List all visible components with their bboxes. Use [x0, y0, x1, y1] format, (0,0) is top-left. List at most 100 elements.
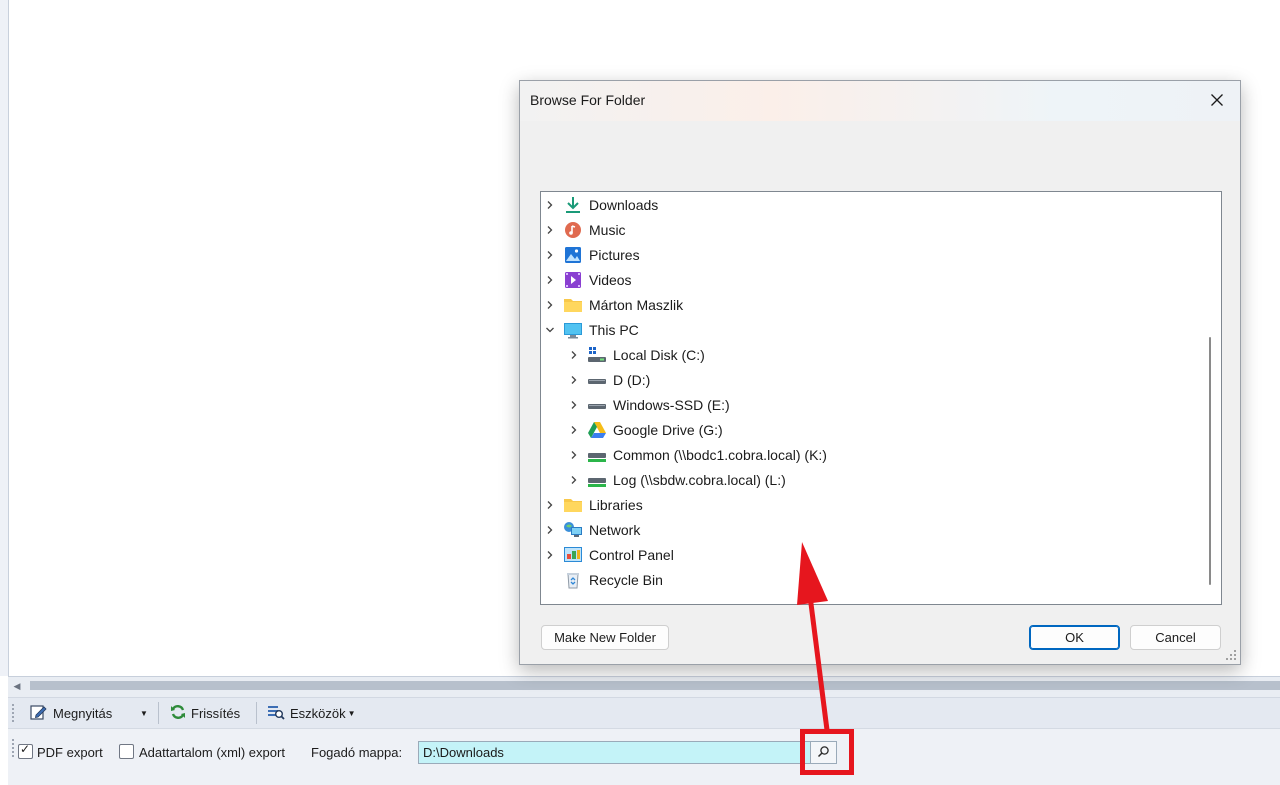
chevron-right-icon[interactable]: [566, 372, 582, 388]
drive-icon: [587, 370, 607, 390]
chevron-right-icon[interactable]: [542, 197, 558, 213]
dialog-titlebar[interactable]: Browse For Folder: [520, 81, 1240, 121]
tree-item[interactable]: Windows-SSD (E:): [566, 392, 730, 417]
tree-item-label: Control Panel: [589, 546, 674, 563]
chevron-right-icon[interactable]: [542, 272, 558, 288]
tree-item-label: Downloads: [589, 196, 659, 213]
computer-icon: [563, 320, 583, 340]
target-folder-input[interactable]: D:\Downloads: [418, 741, 811, 764]
toolbar-grip[interactable]: [12, 739, 17, 757]
tree-item-label: Local Disk (C:): [613, 346, 705, 363]
pdf-export-label: PDF export: [37, 745, 103, 760]
tools-menu-button[interactable]: Eszközök ▼: [263, 701, 360, 725]
tree-item[interactable]: This PC: [542, 317, 639, 342]
chevron-right-icon[interactable]: [542, 547, 558, 563]
tree-item-label: Videos: [589, 271, 632, 288]
toolbar-grip[interactable]: [12, 704, 17, 722]
chevron-right-icon[interactable]: [566, 472, 582, 488]
tree-item-label: Márton Maszlik: [589, 296, 684, 313]
tree-scrollbar-thumb[interactable]: [1209, 337, 1211, 585]
google-drive-icon: [587, 420, 607, 440]
make-new-folder-button[interactable]: Make New Folder: [541, 625, 669, 650]
tree-item[interactable]: Control Panel: [542, 542, 674, 567]
tree-item-label: Recycle Bin: [589, 571, 663, 588]
ok-button[interactable]: OK: [1029, 625, 1120, 650]
dropdown-arrow-icon: ▼: [347, 708, 356, 718]
chevron-right-icon[interactable]: [542, 297, 558, 313]
pictures-icon: [563, 245, 583, 265]
toolbar-separator: [158, 702, 159, 724]
tree-item[interactable]: Local Disk (C:): [566, 342, 705, 367]
tools-label: Eszközök: [290, 705, 346, 721]
tools-icon: [267, 704, 285, 723]
windows-drive-icon: [587, 345, 607, 365]
tree-item-label: D (D:): [613, 371, 651, 388]
folder-tree[interactable]: Downloads Music Pictures Videos Márton Maszl…: [540, 191, 1222, 605]
chevron-right-icon[interactable]: [542, 497, 558, 513]
chevron-down-icon[interactable]: [542, 322, 558, 338]
music-icon: [563, 220, 583, 240]
tree-item-label: Network: [589, 521, 641, 538]
recycle-bin-icon: [563, 570, 583, 590]
control-panel-icon: [563, 545, 583, 565]
network-drive-icon: [587, 470, 607, 490]
tree-item-label: Common (\\bodc1.cobra.local) (K:): [613, 446, 827, 463]
videos-icon: [563, 270, 583, 290]
browse-for-folder-dialog: Browse For Folder Downloads Music Pictures…: [519, 80, 1241, 665]
target-folder-label: Fogadó mappa:: [311, 745, 403, 760]
tree-item[interactable]: Recycle Bin: [542, 567, 663, 592]
xml-export-label: Adattartalom (xml) export: [139, 745, 285, 760]
close-button[interactable]: [1194, 81, 1240, 121]
refresh-button[interactable]: Frissítés: [166, 701, 244, 725]
chevron-right-icon[interactable]: [542, 247, 558, 263]
tree-item[interactable]: Downloads: [542, 192, 658, 217]
drive-icon: [587, 395, 607, 415]
tree-item-label: Log (\\sbdw.cobra.local) (L:): [613, 471, 786, 488]
xml-export-checkbox[interactable]: [119, 744, 134, 759]
tree-item[interactable]: Márton Maszlik: [542, 292, 683, 317]
tree-item[interactable]: D (D:): [566, 367, 650, 392]
checkmark-icon: ✓: [20, 742, 31, 756]
open-button[interactable]: Megnyitás: [26, 701, 116, 725]
tree-item-label: Windows-SSD (E:): [613, 396, 730, 413]
pdf-export-checkbox[interactable]: ✓: [18, 742, 33, 759]
dialog-title: Browse For Folder: [530, 92, 646, 108]
tree-item[interactable]: Google Drive (G:): [566, 417, 723, 442]
resize-grip-icon[interactable]: [1225, 649, 1237, 661]
tree-item[interactable]: Videos: [542, 267, 632, 292]
open-label: Megnyitás: [53, 705, 113, 721]
toolbar-separator: [256, 702, 257, 724]
edit-document-icon: [30, 704, 48, 723]
tree-item[interactable]: Pictures: [542, 242, 640, 267]
tree-item[interactable]: Music: [542, 217, 626, 242]
folder-icon: [563, 295, 583, 315]
refresh-label: Frissítés: [191, 705, 241, 721]
open-dropdown-button[interactable]: ▼: [132, 701, 156, 725]
horizontal-scrollbar-thumb[interactable]: [30, 681, 1280, 690]
tree-item[interactable]: Network: [542, 517, 640, 542]
tree-item-label: Libraries: [589, 496, 643, 513]
network-icon: [563, 520, 583, 540]
close-icon: [1210, 93, 1224, 110]
chevron-right-icon[interactable]: [566, 447, 582, 463]
scroll-left-icon[interactable]: ◀: [10, 679, 24, 693]
chevron-right-icon[interactable]: [566, 397, 582, 413]
cancel-button[interactable]: Cancel: [1130, 625, 1221, 650]
tree-item[interactable]: Log (\\sbdw.cobra.local) (L:): [566, 467, 786, 492]
refresh-icon: [170, 704, 186, 723]
tree-item[interactable]: Libraries: [542, 492, 643, 517]
tree-item[interactable]: Common (\\bodc1.cobra.local) (K:): [566, 442, 827, 467]
tree-item-label: Google Drive (G:): [613, 421, 723, 438]
download-icon: [563, 195, 583, 215]
annotation-highlight-box: [800, 729, 854, 775]
chevron-right-icon[interactable]: [566, 347, 582, 363]
tree-item-label: Pictures: [589, 246, 640, 263]
dropdown-arrow-icon: ▼: [140, 708, 148, 718]
main-toolbar: Megnyitás ▼ Frissítés Eszközök ▼: [8, 697, 1280, 729]
chevron-right-icon[interactable]: [542, 522, 558, 538]
chevron-right-icon[interactable]: [566, 422, 582, 438]
folder-icon: [563, 495, 583, 515]
chevron-right-icon[interactable]: [542, 222, 558, 238]
tree-item-label: This PC: [589, 321, 639, 338]
